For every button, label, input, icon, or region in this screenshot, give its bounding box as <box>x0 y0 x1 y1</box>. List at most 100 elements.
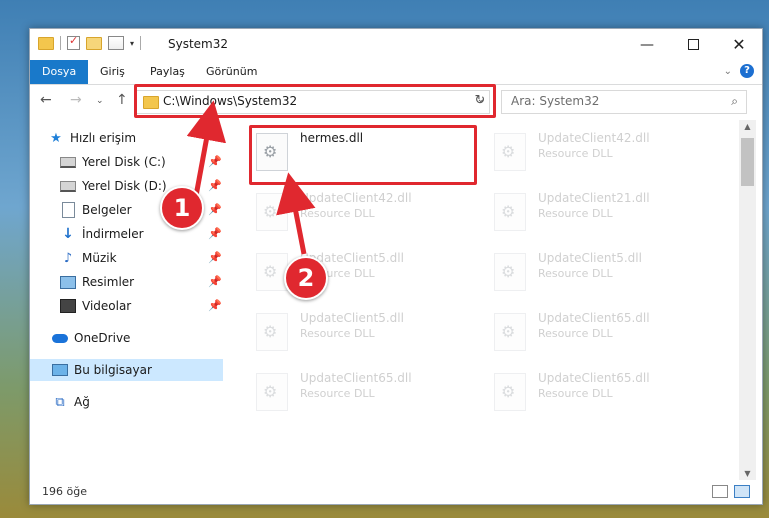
vertical-scrollbar[interactable]: ▲ ▼ <box>739 120 756 480</box>
step-2-callout: 2 <box>284 256 328 300</box>
scrollbar-thumb[interactable] <box>741 138 754 186</box>
sidebar-item-label: Yerel Disk (C:) <box>82 155 166 169</box>
sidebar-item-network[interactable]: ⧉ Ağ <box>52 391 90 413</box>
sidebar-item-label: Ağ <box>74 395 90 409</box>
title-bar: ▾ System32 — ✕ <box>30 29 762 60</box>
sidebar-item-label: Videolar <box>82 299 132 313</box>
forward-button[interactable]: → <box>70 92 82 108</box>
file-name: UpdateClient5.dll <box>300 311 404 325</box>
file-item[interactable]: UpdateClient65.dll Resource DLL <box>490 367 705 417</box>
sidebar-item-this-pc[interactable]: Bu bilgisayar <box>30 359 223 381</box>
maximize-button[interactable] <box>670 29 716 60</box>
sidebar-item-pictures[interactable]: Resimler <box>60 271 134 293</box>
pin-icon[interactable]: 📌 <box>208 155 222 168</box>
file-name: UpdateClient21.dll <box>538 191 650 205</box>
file-name: UpdateClient5.dll <box>538 251 642 265</box>
sidebar-item-downloads[interactable]: ↓ İndirmeler <box>60 223 144 245</box>
back-button[interactable]: ← <box>40 92 52 108</box>
help-icon[interactable]: ? <box>740 64 754 78</box>
properties-check-icon[interactable] <box>67 34 80 50</box>
tab-share[interactable]: Paylaş <box>138 60 197 84</box>
video-icon <box>60 299 76 313</box>
close-button[interactable]: ✕ <box>716 29 762 60</box>
dll-file-icon <box>494 193 526 231</box>
file-item[interactable]: UpdateClient42.dll Resource DLL <box>490 127 705 177</box>
file-type: Resource DLL <box>538 267 613 280</box>
tab-view[interactable]: Görünüm <box>194 60 269 84</box>
sidebar-item-onedrive[interactable]: OneDrive <box>52 327 130 349</box>
scroll-down-icon[interactable]: ▼ <box>739 469 756 478</box>
search-placeholder: Ara: System32 <box>511 94 600 108</box>
window-title: System32 <box>168 37 229 51</box>
dll-file-icon <box>256 193 288 231</box>
address-highlight-box <box>134 84 496 118</box>
search-input[interactable]: Ara: System32 ⌕ <box>501 90 747 114</box>
toolbar-divider <box>60 36 61 50</box>
pictures-icon <box>60 275 76 289</box>
sidebar-item-label: İndirmeler <box>82 227 144 241</box>
pin-icon[interactable]: 📌 <box>208 251 222 264</box>
sidebar-item-music[interactable]: ♪ Müzik <box>60 247 117 269</box>
network-icon: ⧉ <box>55 394 65 410</box>
dll-file-icon <box>494 373 526 411</box>
file-type: Resource DLL <box>300 207 375 220</box>
file-type: Resource DLL <box>300 387 375 400</box>
pin-icon[interactable]: 📌 <box>208 179 222 192</box>
sidebar-item-documents[interactable]: Belgeler <box>60 199 132 221</box>
dll-file-icon <box>256 313 288 351</box>
file-name: UpdateClient65.dll <box>300 371 412 385</box>
pin-icon[interactable]: 📌 <box>208 275 222 288</box>
computer-icon <box>52 363 68 377</box>
toolbar-divider <box>140 36 142 50</box>
expand-ribbon-icon[interactable]: ⌄ <box>724 66 732 77</box>
pin-icon[interactable]: 📌 <box>208 227 222 240</box>
file-name: UpdateClient42.dll <box>538 131 650 145</box>
up-button[interactable]: ↑ <box>116 92 128 108</box>
music-icon: ♪ <box>63 250 73 266</box>
minimize-button[interactable]: — <box>624 29 670 60</box>
customize-icon[interactable] <box>108 36 124 50</box>
recent-locations-icon[interactable]: ⌄ <box>96 96 104 106</box>
file-item[interactable]: UpdateClient42.dll Resource DLL <box>252 187 467 237</box>
file-highlight-box <box>249 125 477 185</box>
sidebar-item-disk-c[interactable]: Yerel Disk (C:) <box>60 151 222 173</box>
file-item[interactable]: UpdateClient5.dll Resource DLL <box>490 247 705 297</box>
disk-icon <box>60 179 76 193</box>
large-icons-view-icon[interactable] <box>734 485 750 498</box>
explorer-window: ▾ System32 — ✕ Dosya Giriş Paylaş Görünü… <box>29 28 763 505</box>
scroll-up-icon[interactable]: ▲ <box>739 122 756 131</box>
file-name: UpdateClient42.dll <box>300 191 412 205</box>
maximize-icon <box>687 39 699 50</box>
customize-dropdown-icon[interactable]: ▾ <box>130 39 134 48</box>
disk-icon <box>60 155 76 169</box>
download-icon: ↓ <box>62 226 74 242</box>
dll-file-icon <box>256 253 288 291</box>
sidebar-item-quick-access[interactable]: ★ Hızlı erişim <box>48 127 136 149</box>
dll-file-icon <box>256 373 288 411</box>
status-item-count: 196 öğe <box>42 485 87 498</box>
file-item[interactable]: UpdateClient5.dll Resource DLL <box>252 307 467 357</box>
file-type: Resource DLL <box>300 327 375 340</box>
file-type: Resource DLL <box>538 207 613 220</box>
cloud-icon <box>52 331 68 345</box>
file-item[interactable]: UpdateClient21.dll Resource DLL <box>490 187 705 237</box>
tab-home[interactable]: Giriş <box>88 60 137 84</box>
sidebar-item-label: Belgeler <box>82 203 132 217</box>
dll-file-icon <box>494 133 526 171</box>
pin-icon[interactable]: 📌 <box>208 299 222 312</box>
tab-file[interactable]: Dosya <box>30 60 88 84</box>
dll-file-icon <box>494 253 526 291</box>
file-item[interactable]: UpdateClient65.dll Resource DLL <box>490 307 705 357</box>
new-folder-icon[interactable] <box>86 36 102 50</box>
pin-icon[interactable]: 📌 <box>208 203 222 216</box>
sidebar-item-label: Müzik <box>82 251 117 265</box>
file-type: Resource DLL <box>538 327 613 340</box>
search-icon[interactable]: ⌕ <box>731 94 738 109</box>
ribbon-right-controls: ⌄ ? <box>724 64 754 78</box>
details-view-icon[interactable] <box>712 485 728 498</box>
sidebar-item-videos[interactable]: Videolar <box>60 295 131 317</box>
file-item[interactable]: UpdateClient65.dll Resource DLL <box>252 367 467 417</box>
sidebar-item-disk-d[interactable]: Yerel Disk (D:) <box>60 175 167 197</box>
sidebar-item-label: Resimler <box>82 275 135 289</box>
folder-icon <box>38 36 54 50</box>
